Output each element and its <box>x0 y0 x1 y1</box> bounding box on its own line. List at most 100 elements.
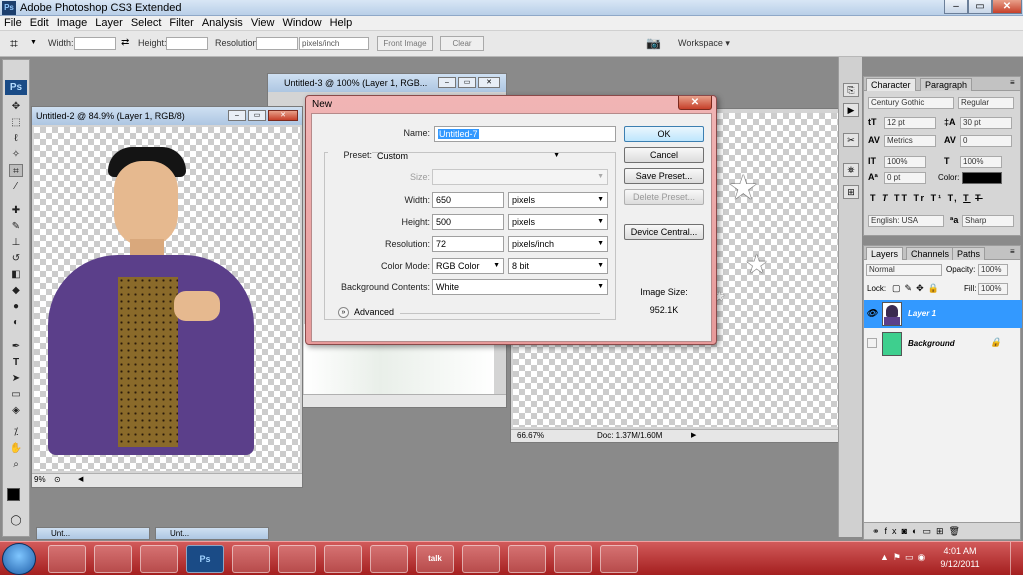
3d-tool-icon[interactable]: ◈ <box>9 404 23 417</box>
menu-file[interactable]: File <box>0 16 26 31</box>
size-select[interactable]: ▼ <box>432 169 608 185</box>
magic-wand-tool-icon[interactable]: ✧ <box>9 148 23 161</box>
minimize-icon[interactable]: – <box>228 110 246 121</box>
close-icon[interactable]: ✕ <box>478 77 500 88</box>
path-select-icon[interactable]: ➤ <box>9 372 23 385</box>
status-icon[interactable]: ⊙ <box>54 474 61 486</box>
fill-input[interactable]: 100% <box>978 283 1008 295</box>
adjustment-layer-icon[interactable]: ◐ <box>912 526 922 536</box>
close-icon[interactable]: ✕ <box>268 110 298 121</box>
kerning-select[interactable]: Metrics <box>884 135 936 147</box>
menu-analysis[interactable]: Analysis <box>198 16 247 31</box>
menu-layer[interactable]: Layer <box>91 16 127 31</box>
device-central-button[interactable]: Device Central... <box>624 224 704 240</box>
font-style-select[interactable]: Regular <box>958 97 1014 109</box>
maximize-icon[interactable]: ▭ <box>968 0 992 14</box>
baseline-shift-input[interactable]: 0 pt <box>884 172 926 184</box>
taskbar-app-player[interactable] <box>600 545 638 573</box>
actions-icon[interactable]: ▶ <box>843 103 859 117</box>
resolution-unit-select[interactable]: pixels/inch ▼ <box>508 236 608 252</box>
height-unit-select[interactable]: pixels ▼ <box>508 214 608 230</box>
subscript-button[interactable]: T, <box>948 193 959 203</box>
paint-bucket-icon[interactable]: ◆ <box>9 284 23 297</box>
dodge-tool-icon[interactable]: ◐ <box>9 316 23 329</box>
crop-tool-icon[interactable]: ⌗ <box>9 164 23 177</box>
clear-button[interactable]: Clear <box>440 36 484 51</box>
save-preset-button[interactable]: Save Preset... <box>624 168 704 184</box>
color-mode-select[interactable]: RGB Color ▼ <box>432 258 504 274</box>
link-layers-icon[interactable]: ⚭ <box>872 526 885 536</box>
text-color-swatch[interactable] <box>962 172 1002 184</box>
brush-tool-icon[interactable]: ✎ <box>9 220 23 233</box>
name-input[interactable]: Untitled-7 <box>434 126 616 142</box>
zoom-level[interactable]: 9% <box>34 474 46 486</box>
show-desktop-button[interactable] <box>1010 542 1023 575</box>
taskbar-app-media[interactable] <box>462 545 500 573</box>
horizontal-scale-input[interactable]: 100% <box>960 156 1002 168</box>
maximize-icon[interactable]: ▭ <box>248 110 266 121</box>
panel-menu-icon[interactable]: ≡ <box>1010 247 1015 256</box>
document-window-untitled-2[interactable]: Untitled-2 @ 84.9% (Layer 1, RGB/8) – ▭ … <box>31 106 303 488</box>
history-icon[interactable]: ⎘ <box>843 83 859 97</box>
taskbar-app-paint[interactable] <box>554 545 592 573</box>
faux-bold-button[interactable]: T <box>870 193 878 203</box>
quick-mask-icon[interactable]: ◯ <box>9 514 23 527</box>
shape-tool-icon[interactable]: ▭ <box>9 388 23 401</box>
background-contents-select[interactable]: White ▼ <box>432 279 608 295</box>
chevron-right-icon[interactable]: ▶ <box>691 430 696 442</box>
taskbar-app-yahoo[interactable] <box>370 545 408 573</box>
blend-mode-select[interactable]: Normal <box>866 264 942 276</box>
pen-tool-icon[interactable]: ✒ <box>9 340 23 353</box>
lock-image-icon[interactable]: ✎ <box>905 283 917 293</box>
taskbar-app-chrome[interactable] <box>232 545 270 573</box>
system-clock[interactable]: 4:01 AM 9/12/2011 <box>930 545 990 571</box>
menu-edit[interactable]: Edit <box>26 16 53 31</box>
chevron-left-icon[interactable]: ◀ <box>78 474 83 486</box>
language-select[interactable]: English: USA <box>868 215 944 227</box>
height-input[interactable]: 500 <box>432 214 504 230</box>
visibility-toggle[interactable] <box>867 338 877 348</box>
layer-row-background[interactable]: Background 🔒 <box>864 330 1022 358</box>
minimize-icon[interactable]: – <box>438 77 456 88</box>
brushes-icon[interactable]: ⛯ <box>843 163 859 177</box>
slice-tool-icon[interactable]: ⁄ <box>9 180 23 193</box>
tab-paths[interactable]: Paths <box>952 247 986 260</box>
tracking-input[interactable]: 0 <box>960 135 1012 147</box>
menu-filter[interactable]: Filter <box>165 16 197 31</box>
lasso-tool-icon[interactable]: ℓ <box>9 132 23 145</box>
front-image-button[interactable]: Front Image <box>377 36 433 51</box>
blur-tool-icon[interactable]: ● <box>9 300 23 313</box>
vertical-scale-input[interactable]: 100% <box>884 156 926 168</box>
strikethrough-button[interactable]: T <box>975 193 983 203</box>
maximize-icon[interactable]: ▭ <box>458 77 476 88</box>
bit-depth-select[interactable]: 8 bit ▼ <box>508 258 608 274</box>
document-canvas[interactable] <box>34 127 300 471</box>
taskbar-app-window[interactable] <box>508 545 546 573</box>
menu-image[interactable]: Image <box>53 16 92 31</box>
taskbar-app-messenger[interactable] <box>48 545 86 573</box>
system-tray-icons[interactable]: ▲⚑▭◉ <box>880 552 929 563</box>
new-layer-icon[interactable]: ⊞ <box>936 526 949 536</box>
zoom-tool-icon[interactable]: ⌕ <box>9 458 23 471</box>
chevron-down-icon[interactable]: ▼ <box>30 39 37 46</box>
menu-select[interactable]: Select <box>127 16 166 31</box>
hand-tool-icon[interactable]: ✋ <box>9 442 23 455</box>
tab-paragraph[interactable]: Paragraph <box>920 78 973 91</box>
tab-channels[interactable]: Channels <box>906 247 955 260</box>
resolution-input[interactable] <box>256 37 298 50</box>
faux-italic-button[interactable]: T <box>882 193 890 203</box>
delete-preset-button[interactable]: Delete Preset... <box>624 189 704 205</box>
minimize-icon[interactable]: – <box>944 0 968 14</box>
healing-brush-icon[interactable]: ✚ <box>9 204 23 217</box>
all-caps-button[interactable]: TT <box>894 193 909 203</box>
new-group-icon[interactable]: ▭ <box>922 526 936 536</box>
type-tool-icon[interactable]: T <box>9 356 23 369</box>
leading-input[interactable]: 30 pt <box>960 117 1012 129</box>
opacity-input[interactable]: 100% <box>978 264 1008 276</box>
tools-preset-icon[interactable]: ✂ <box>843 133 859 147</box>
menu-help[interactable]: Help <box>326 16 357 31</box>
eyedropper-tool-icon[interactable]: ⁒ <box>9 426 23 439</box>
eraser-tool-icon[interactable]: ◧ <box>9 268 23 281</box>
cancel-button[interactable]: Cancel <box>624 147 704 163</box>
taskbar-app-itunes[interactable] <box>94 545 132 573</box>
